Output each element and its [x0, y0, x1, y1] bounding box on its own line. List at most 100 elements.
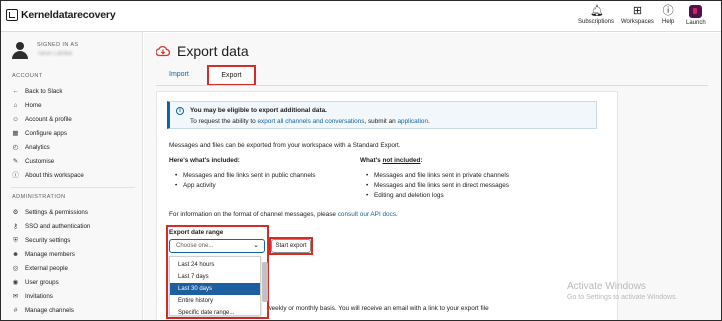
signed-in-label: SIGNED IN AS — [37, 42, 79, 48]
gear-icon: ⚙ — [12, 208, 19, 216]
tab-export[interactable]: Export — [207, 65, 256, 86]
watermark-subtitle: Go to Settings to activate Windows. — [567, 294, 678, 301]
page-title: Export data — [156, 43, 249, 59]
arrow-left-icon: ← — [12, 87, 19, 95]
option-specific-date-range[interactable]: Specific date range... — [170, 307, 260, 315]
bell-icon: 🔔︎ — [590, 5, 604, 17]
sidebar-divider — [11, 187, 135, 188]
sidebar-item-manage-channels[interactable]: # Manage channels — [12, 305, 74, 315]
launch-label: Launch — [686, 20, 706, 26]
sidebar-item-label: Invitations — [25, 292, 53, 300]
sidebar-item-settings-permissions[interactable]: ⚙ Settings & permissions — [12, 207, 88, 217]
help-icon: ⓘ — [662, 5, 674, 17]
sidebar-item-analytics[interactable]: ◴ Analytics — [12, 142, 50, 152]
export-all-link[interactable]: export all channels and conversations — [258, 118, 365, 125]
sidebar-item-label: Settings & permissions — [25, 208, 88, 216]
key-icon: ⚷ — [13, 222, 18, 230]
sidebar-item-about-workspace[interactable]: ⓘ About this workspace — [12, 170, 84, 180]
invite-icon: ✉ — [12, 292, 19, 300]
export-date-range-select[interactable]: Choose one... ⌄ — [169, 239, 265, 253]
sidebar-item-security-settings[interactable]: ⛨ Security settings — [12, 235, 70, 245]
format-info-text: For information on the format of channel… — [169, 211, 338, 218]
window-frame: Kerneldatarecovery 🔔︎ Subscriptions ⊞ Wo… — [0, 0, 722, 321]
dropdown-scrollbar[interactable] — [262, 262, 268, 302]
option-last-30-days[interactable]: Last 30 days — [170, 283, 260, 295]
help-button[interactable]: ⓘ Help — [662, 5, 674, 25]
sidebar-item-label: Manage members — [25, 250, 75, 258]
included-item: App activity — [175, 182, 216, 189]
schedule-text: weekly or monthly basis. You will receiv… — [267, 305, 489, 312]
sidebar-item-invitations[interactable]: ✉ Invitations — [12, 291, 53, 301]
select-placeholder: Choose one... — [176, 243, 214, 249]
notice-body: To request the ability to export all cha… — [190, 118, 430, 125]
shield-icon: ⛨ — [13, 236, 18, 244]
sidebar-item-customise[interactable]: ✎ Customise — [12, 156, 54, 166]
option-last-7-days[interactable]: Last 7 days — [170, 271, 260, 283]
subscriptions-label: Subscriptions — [578, 19, 615, 25]
sidebar-item-label: Back to Slack — [25, 87, 63, 95]
apps-icon: ▦ — [12, 129, 19, 137]
account-section-header: ACCOUNT — [12, 73, 43, 79]
not-included-heading-text: : — [420, 157, 423, 164]
avatar-icon — [11, 42, 29, 60]
not-included-heading-text: What's — [360, 157, 383, 164]
brand-name: Kerneldatarecovery — [21, 9, 116, 21]
notice-body-text: . — [428, 118, 430, 125]
brand-logo[interactable]: Kerneldatarecovery — [6, 9, 116, 21]
tab-import[interactable]: Import — [169, 71, 189, 78]
option-entire-history[interactable]: Entire history — [170, 295, 260, 307]
sidebar-item-manage-members[interactable]: ☻ Manage members — [12, 249, 75, 259]
sidebar-item-account-profile[interactable]: ☺ Account & profile — [12, 114, 72, 124]
sidebar-item-label: Analytics — [25, 143, 50, 151]
chevron-down-icon: ⌄ — [253, 242, 259, 249]
format-info: For information on the format of channel… — [169, 211, 398, 218]
sidebar-item-label: Home — [25, 101, 42, 109]
info-icon: i — [176, 107, 184, 115]
globe-icon: ◎ — [12, 264, 19, 272]
members-icon: ☻ — [12, 250, 19, 258]
application-link[interactable]: application — [397, 118, 428, 125]
watermark-title: Activate Windows — [567, 281, 646, 292]
sidebar-item-label: User groups — [25, 278, 59, 286]
sidebar-item-label: Manage channels — [25, 306, 74, 314]
kernel-logo-icon — [6, 9, 18, 21]
help-label: Help — [662, 19, 675, 25]
user-icon: ☺ — [12, 115, 19, 123]
option-last-24-hours[interactable]: Last 24 hours — [170, 259, 260, 271]
api-docs-link[interactable]: consult our API docs — [338, 211, 396, 218]
notice-title: You may be eligible to export additional… — [190, 107, 327, 114]
sidebar-item-user-groups[interactable]: ◉ User groups — [12, 277, 59, 287]
sidebar-item-label: Customise — [25, 157, 55, 165]
sidebar-item-label: Configure apps — [25, 129, 67, 137]
signed-in-user: SIGNED IN AS Tarun Lamba — [11, 40, 78, 60]
included-item: Messages and file links sent in public c… — [175, 172, 315, 179]
not-included-item: Editing and deletion logs — [366, 192, 444, 199]
start-export-button[interactable]: Start export — [271, 239, 311, 253]
not-included-item: Messages and file links sent in private … — [366, 172, 509, 179]
info-icon: ⓘ — [12, 171, 19, 179]
workspaces-button[interactable]: ⊞ Workspaces — [621, 5, 654, 25]
subscriptions-button[interactable]: 🔔︎ Subscriptions — [578, 5, 614, 25]
administration-section-header: ADMINISTRATION — [12, 194, 66, 200]
eligibility-notice: i You may be eligible to export addition… — [167, 101, 597, 129]
tab-divider — [156, 85, 708, 86]
launch-button[interactable]: Launch — [686, 5, 706, 26]
workspaces-label: Workspaces — [621, 19, 654, 25]
sidebar-item-label: About this workspace — [25, 171, 84, 179]
analytics-icon: ◴ — [12, 143, 19, 151]
sidebar-item-external-people[interactable]: ◎ External people — [12, 263, 68, 273]
sidebar-item-back-to-slack[interactable]: ← Back to Slack — [12, 86, 63, 96]
notice-body-text: To request the ability to — [190, 118, 258, 125]
channel-icon: # — [13, 306, 18, 314]
slack-icon — [689, 5, 703, 18]
format-info-text: . — [396, 211, 398, 218]
sidebar-item-home[interactable]: ⌂ Home — [12, 100, 42, 110]
not-included-heading-text: not included — [382, 157, 421, 164]
top-bar: Kerneldatarecovery 🔔︎ Subscriptions ⊞ Wo… — [1, 1, 721, 32]
sidebar-item-configure-apps[interactable]: ▦ Configure apps — [12, 128, 67, 138]
sidebar-item-sso[interactable]: ⚷ SSO and authentication — [12, 221, 90, 231]
not-included-heading: What's not included: — [360, 157, 423, 164]
home-icon: ⌂ — [13, 101, 18, 109]
sidebar-item-label: SSO and authentication — [25, 222, 91, 230]
not-included-item: Messages and file links sent in direct m… — [366, 182, 509, 189]
